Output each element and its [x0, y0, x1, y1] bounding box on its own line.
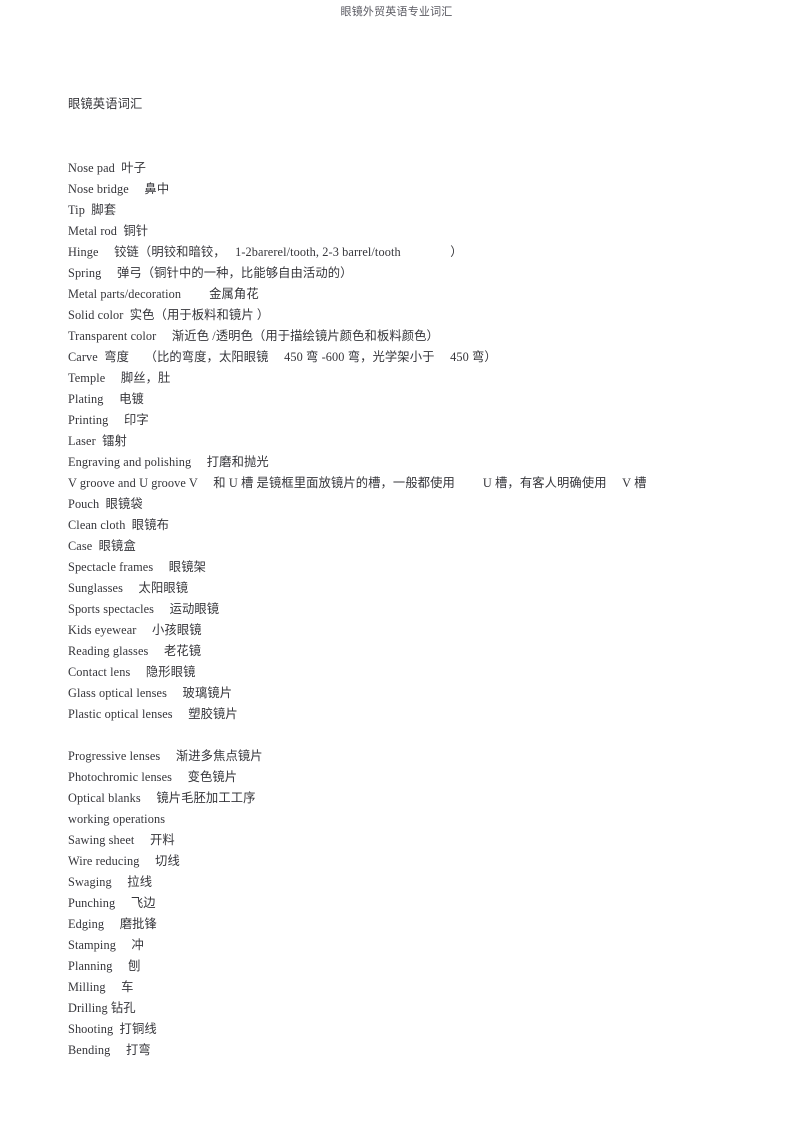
vocabulary-line: Spectacle frames 眼镜架 — [68, 560, 207, 574]
document-section-title: 眼镜英语词汇 — [68, 97, 143, 111]
vocabulary-line: Spring 弹弓（铜针中的一种，比能够自由活动的） — [68, 266, 353, 280]
vocabulary-line: Hinge 铰链（明铰和暗铰， 1-2barerel/tooth, 2-3 ba… — [68, 245, 463, 259]
vocabulary-line: Engraving and polishing 打磨和抛光 — [68, 455, 269, 469]
vocabulary-line: Tip 脚套 — [68, 203, 117, 217]
vocabulary-line: Photochromic lenses 变色镜片 — [68, 770, 238, 784]
vocabulary-line: Punching 飞边 — [68, 896, 156, 910]
vocabulary-line: Glass optical lenses 玻璃镜片 — [68, 686, 233, 700]
vocabulary-line-list: Nose pad 叶子 Nose bridge 鼻中 Tip 脚套 Metal rod… — [68, 158, 728, 1061]
vocabulary-line: Swaging 拉线 — [68, 875, 153, 889]
vocabulary-line: Edging 磨批锋 — [68, 917, 157, 931]
vocabulary-line: Bending 打弯 — [68, 1043, 151, 1057]
document-page: 眼镜外贸英语专业词汇 眼镜英语词汇 Nose pad 叶子 Nose bridge… — [0, 0, 793, 1122]
vocabulary-line: Metal rod 铜针 — [68, 224, 149, 238]
vocabulary-line: Reading glasses 老花镜 — [68, 644, 202, 658]
vocabulary-line: Plating 电镀 — [68, 392, 144, 406]
vocabulary-line: Sports spectacles 运动眼镜 — [68, 602, 220, 616]
vocabulary-line: Progressive lenses 渐进多焦点镜片 — [68, 749, 263, 763]
vocabulary-line: Sawing sheet 开料 — [68, 833, 175, 847]
vocabulary-line: Milling 车 — [68, 980, 134, 994]
vocabulary-line: Drilling 钻孔 — [68, 1001, 136, 1015]
vocabulary-line: Printing 印字 — [68, 413, 149, 427]
vocabulary-line: Case 眼镜盒 — [68, 539, 136, 553]
vocabulary-line: Stamping 冲 — [68, 938, 144, 952]
vocabulary-line: V groove and U groove V 和 U 槽 是镜框里面放镜片的槽… — [68, 476, 647, 490]
vocabulary-line: Clean cloth 眼镜布 — [68, 518, 169, 532]
vocabulary-line: Wire reducing 切线 — [68, 854, 180, 868]
vocabulary-line: Plastic optical lenses 塑胶镜片 — [68, 707, 238, 721]
vocabulary-line: Transparent color 渐近色 /透明色（用于描绘镜片颜色和板料颜色… — [68, 329, 439, 343]
document-body: 眼镜英语词汇 Nose pad 叶子 Nose bridge 鼻中 Tip 脚套 Me… — [68, 94, 728, 1061]
vocabulary-line: Carve 弯度 （比的弯度，太阳眼镜 450 弯 -600 弯，光学架小于 4… — [68, 350, 497, 364]
vocabulary-line: Laser 镭射 — [68, 434, 127, 448]
running-header: 眼镜外贸英语专业词汇 — [0, 0, 793, 24]
vocabulary-line: Pouch 眼镜袋 — [68, 497, 143, 511]
vocabulary-line: Nose pad 叶子 — [68, 161, 147, 175]
vocabulary-line: Sunglasses 太阳眼镜 — [68, 581, 189, 595]
vocabulary-line: Shooting 打铜线 — [68, 1022, 157, 1036]
vocabulary-line: Kids eyewear 小孩眼镜 — [68, 623, 202, 637]
vocabulary-line: Planning 刨 — [68, 959, 141, 973]
vocabulary-line: Optical blanks 镜片毛胚加工工序 — [68, 791, 256, 805]
vocabulary-line: working operations — [68, 812, 166, 826]
vocabulary-line: Nose bridge 鼻中 — [68, 182, 170, 196]
vocabulary-line: Contact lens 隐形眼镜 — [68, 665, 196, 679]
vocabulary-line: Temple 脚丝，肚 — [68, 371, 171, 385]
vocabulary-line: Metal parts/decoration 金属角花 — [68, 287, 259, 301]
running-header-title: 眼镜外贸英语专业词汇 — [340, 6, 453, 18]
vocabulary-line: Solid color 实色（用于板料和镜片 ） — [68, 308, 270, 322]
